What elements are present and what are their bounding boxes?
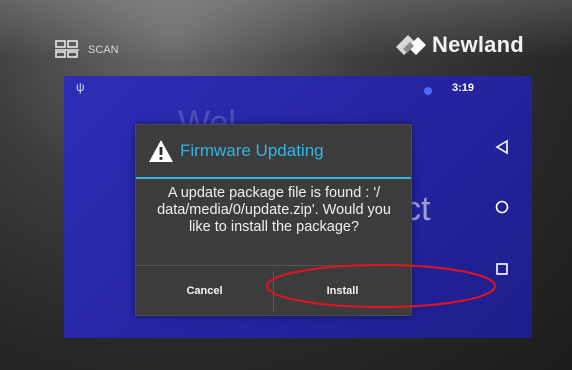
- brand-name: Newland: [432, 32, 524, 57]
- dialog-title-text: Firmware Updating: [180, 141, 324, 160]
- dialog-message: A update package file is found : '/ data…: [157, 185, 391, 235]
- cancel-button[interactable]: Cancel: [136, 266, 273, 316]
- notification-dot-icon: [424, 87, 432, 95]
- dialog-title: Firmware Updating: [148, 139, 324, 163]
- status-time: 3:19: [452, 82, 475, 94]
- home-button[interactable]: [484, 192, 520, 222]
- install-highlight-annotation: [266, 264, 496, 308]
- usb-icon: ψ: [76, 80, 85, 94]
- back-button[interactable]: [484, 132, 520, 162]
- warning-icon: [149, 140, 173, 162]
- brand-logo: Newland: [394, 30, 524, 60]
- scan-label: SCAN: [88, 44, 119, 56]
- back-icon: [495, 139, 508, 155]
- home-icon: [495, 200, 509, 214]
- newland-logo-icon: [396, 35, 426, 55]
- device-photo: SCAN Newland ψ 3:19 Wel ct Firmware Upda…: [0, 0, 572, 370]
- title-divider: [136, 177, 411, 179]
- scan-icon: [55, 40, 79, 58]
